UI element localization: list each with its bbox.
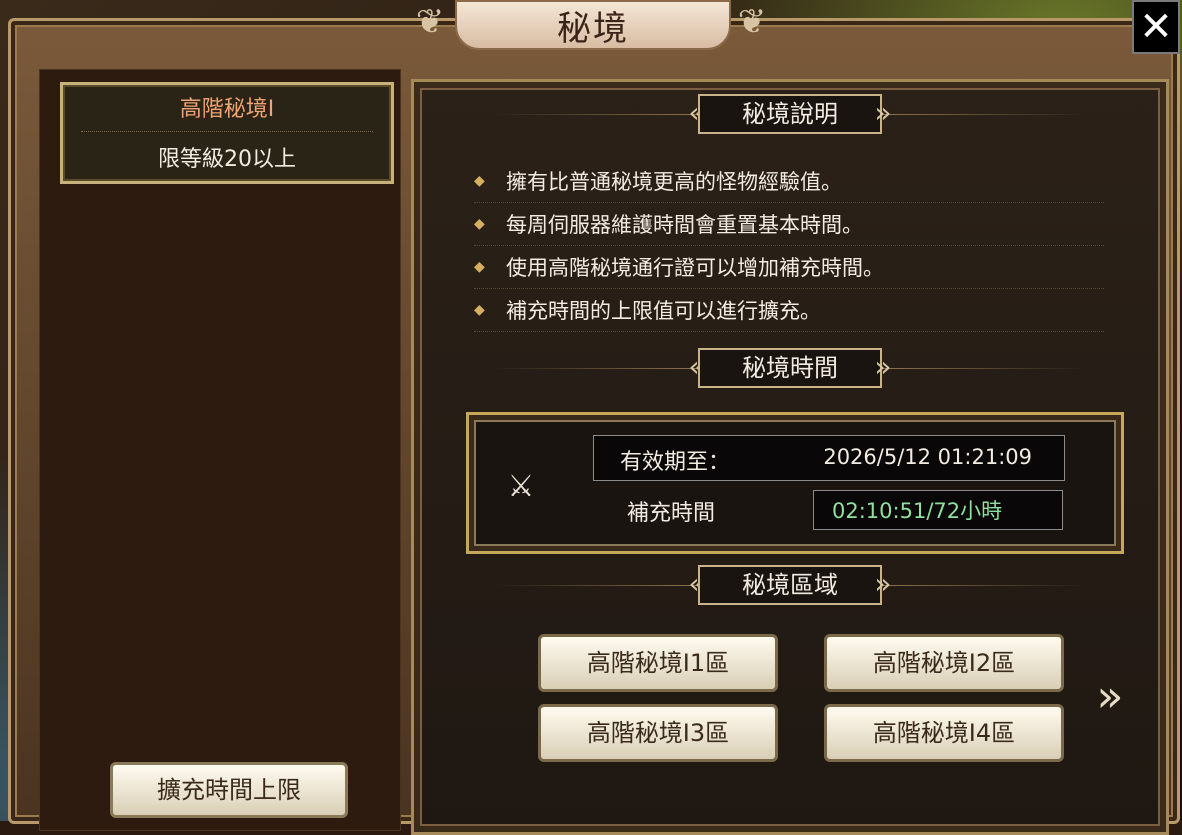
section-title-description: 秘境說明 xyxy=(698,94,882,134)
refill-time-value: 02:10:51/72小時 xyxy=(813,490,1063,530)
zone-button-2[interactable]: 高階秘境I2區 xyxy=(824,634,1064,692)
description-text: 補充時間的上限值可以進行擴充。 xyxy=(506,299,821,323)
section-title-zones: 秘境區域 xyxy=(698,565,882,605)
ornament-left-icon: ❦ xyxy=(415,2,445,42)
title-bar: ❦ 秘境 ❦ xyxy=(400,0,782,50)
chevron-right-icon: » xyxy=(874,96,892,129)
diamond-bullet-icon: ◆ xyxy=(474,173,485,189)
refill-time-label: 補充時間 xyxy=(627,501,716,526)
window-title: 秘境 xyxy=(455,0,731,50)
realm-level-requirement: 限等級20以上 xyxy=(158,147,296,172)
list-item: ◆ 使用高階秘境通行證可以增加補充時間。 xyxy=(474,246,1104,289)
description-text: 每周伺服器維護時間會重置基本時間。 xyxy=(506,213,863,237)
list-item: ◆ 每周伺服器維護時間會重置基本時間。 xyxy=(474,203,1104,246)
list-item: ◆ 補充時間的上限值可以進行擴充。 xyxy=(474,289,1104,332)
zone-button-1[interactable]: 高階秘境I1區 xyxy=(538,634,778,692)
zone-button-3[interactable]: 高階秘境I3區 xyxy=(538,704,778,762)
left-panel: 高階秘境I 限等級20以上 擴充時間上限 xyxy=(39,69,401,831)
expire-label: 有效期至： xyxy=(620,450,731,475)
description-list: ◆ 擁有比普通秘境更高的怪物經驗值。 ◆ 每周伺服器維護時間會重置基本時間。 ◆ 使用… xyxy=(474,160,1104,332)
section-title-time: 秘境時間 xyxy=(698,348,882,388)
right-panel: « 秘境說明 » ◆ 擁有比普通秘境更高的怪物經驗值。 ◆ 每周伺服器維護時間會重置… xyxy=(411,79,1169,835)
crossed-swords-icon: ⚔ xyxy=(507,469,535,504)
list-item: ◆ 擁有比普通秘境更高的怪物經驗值。 xyxy=(474,160,1104,203)
diamond-bullet-icon: ◆ xyxy=(474,302,485,318)
diamond-bullet-icon: ◆ xyxy=(474,216,485,232)
realm-level-card[interactable]: 高階秘境I 限等級20以上 xyxy=(60,82,394,184)
chevron-right-icon: » xyxy=(874,567,892,600)
section-header-zones: « 秘境區域 » xyxy=(414,565,1166,605)
next-page-arrow-icon[interactable]: » xyxy=(1090,672,1130,722)
description-text: 使用高階秘境通行證可以增加補充時間。 xyxy=(506,256,884,280)
realm-time-box: ⚔ 有效期至： 2026/5/12 01:21:09 補充時間 02:10:51… xyxy=(466,412,1124,554)
section-header-description: « 秘境說明 » xyxy=(414,94,1166,134)
chevron-right-icon: » xyxy=(874,350,892,383)
expire-value: 2026/5/12 01:21:09 xyxy=(823,445,1032,469)
expand-time-limit-button[interactable]: 擴充時間上限 xyxy=(110,762,348,818)
realm-level-title: 高階秘境I xyxy=(179,97,275,122)
divider xyxy=(81,131,373,132)
ornament-right-icon: ❦ xyxy=(737,2,767,42)
description-text: 擁有比普通秘境更高的怪物經驗值。 xyxy=(506,170,842,194)
section-header-time: « 秘境時間 » xyxy=(414,348,1166,388)
secret-realm-window: 高階秘境I 限等級20以上 擴充時間上限 « 秘境說明 » ◆ 擁有比普通秘境更高… xyxy=(8,18,1180,835)
expire-row: 有效期至： 2026/5/12 01:21:09 xyxy=(593,435,1065,481)
close-button[interactable]: ✕ xyxy=(1132,0,1180,54)
zone-button-4[interactable]: 高階秘境I4區 xyxy=(824,704,1064,762)
diamond-bullet-icon: ◆ xyxy=(474,259,485,275)
